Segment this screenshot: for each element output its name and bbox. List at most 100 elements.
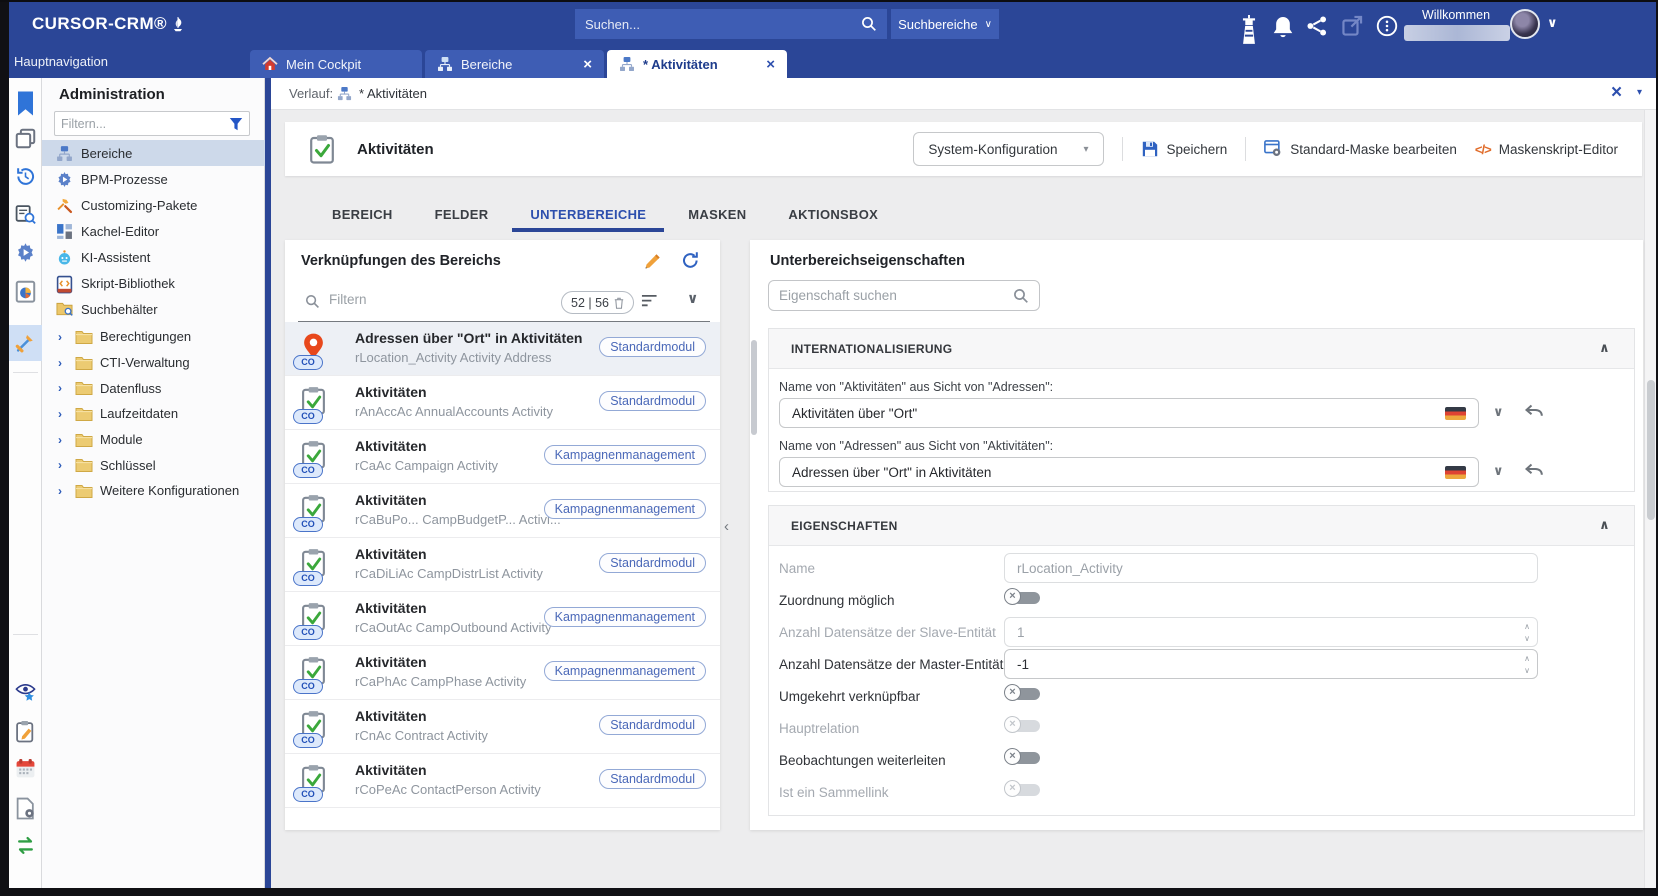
global-search-input[interactable] [585,17,861,32]
property-input[interactable] [1017,561,1517,576]
i18n-input[interactable] [792,465,1438,480]
sort-icon[interactable] [641,294,658,308]
sidebar-folder-item[interactable]: › Schlüssel [42,452,265,478]
chevron-up-icon[interactable]: ∧ [1599,517,1610,533]
breadcrumb-item[interactable]: * Aktivitäten [359,86,427,101]
tab-bereiche[interactable]: Bereiche × [425,50,604,78]
chevron-right-icon[interactable]: › [58,458,68,472]
sync-swap-icon[interactable] [15,836,36,857]
sidebar-item[interactable]: KI-Assistent [42,244,265,270]
close-tab-icon[interactable]: × [583,57,592,72]
list-item[interactable]: CO Aktivitäten rCaDiLiAc CampDistrList A… [285,538,720,592]
chevron-right-icon[interactable]: › [58,433,68,447]
number-spinner[interactable]: ∧∨ [1524,653,1530,677]
undo-icon[interactable] [1523,462,1545,480]
undo-icon[interactable] [1523,403,1545,421]
page-tab[interactable]: FELDER [435,196,489,232]
chevron-right-icon[interactable]: › [58,356,68,370]
toggle-switch[interactable]: × [1004,588,1042,607]
watch-favorites-icon[interactable] [15,682,36,703]
result-count-badge[interactable]: 52 | 56 [561,291,634,314]
edit-pencil-icon[interactable] [643,252,662,271]
share-icon[interactable] [1306,15,1328,35]
chevron-right-icon[interactable]: › [58,407,68,421]
page-tab[interactable]: UNTERBEREICHE [530,196,646,232]
close-tab-icon[interactable]: × [766,57,775,72]
close-view-icon[interactable]: × [1611,82,1622,104]
tab-aktivitaeten[interactable]: * Aktivitäten × [607,50,787,78]
save-button[interactable]: Speichern [1141,140,1228,158]
list-item[interactable]: CO Aktivitäten rCnAc Contract Activity S… [285,700,720,754]
avatar[interactable] [1510,9,1540,39]
notifications-bell-icon[interactable] [1272,15,1294,35]
sidebar-item[interactable]: Suchbehälter [42,296,265,322]
chevron-down-icon[interactable]: ∨ [1493,463,1504,479]
sidebar-folder-item[interactable]: › Module [42,427,265,453]
open-external-icon[interactable] [1341,15,1363,35]
configuration-select[interactable]: System-Konfiguration ▾ [913,132,1103,166]
lighthouse-icon[interactable] [1238,15,1260,35]
sidebar-item[interactable]: BPM-Prozesse [42,166,265,192]
sidebar-item[interactable]: Bereiche [42,140,265,166]
sidebar-item[interactable]: Kachel-Editor [42,218,265,244]
toggle-switch[interactable]: × [1004,780,1042,799]
sidebar-folder-item[interactable]: › Berechtigungen [42,324,265,350]
sidebar-item[interactable]: Skript-Bibliothek [42,270,265,296]
calendar-icon[interactable] [15,758,36,779]
chevron-down-icon[interactable]: ∨ [1493,404,1504,420]
filter-funnel-icon[interactable] [229,117,243,131]
clipboard-edit-icon[interactable] [15,720,36,741]
links-filter-input[interactable] [329,292,519,307]
history-icon[interactable] [15,166,36,187]
section-header[interactable]: EIGENSCHAFTEN ∧ [769,506,1634,546]
report-document-icon[interactable] [15,280,36,301]
clear-filter-icon[interactable] [614,297,624,309]
edit-mask-button[interactable]: Standard-Maske bearbeiten [1264,140,1457,158]
user-menu-chevron-icon[interactable]: ∨ [1547,15,1558,31]
sidebar-folder-item[interactable]: › CTI-Verwaltung [42,350,265,376]
toggle-switch[interactable]: × [1004,748,1042,767]
section-header[interactable]: INTERNATIONALISIERUNG ∧ [769,329,1634,369]
sidebar-filter-input[interactable] [61,117,229,131]
property-input[interactable] [1017,625,1517,640]
search-scope-button[interactable]: Suchbereiche∨ [891,9,999,39]
panel-collapse-icon[interactable]: ‹ [724,518,729,535]
i18n-input[interactable] [792,406,1438,421]
search-icon[interactable] [1013,288,1029,304]
panel-scrollbar-thumb[interactable] [751,340,757,435]
sidebar-item[interactable]: Customizing-Pakete [42,192,265,218]
list-item[interactable]: CO Adressen über "Ort" in Aktivitäten rL… [285,322,720,376]
toggle-switch[interactable]: × [1004,684,1042,703]
list-item[interactable]: CO Aktivitäten rCoPeAc ContactPerson Act… [285,754,720,808]
windows-icon[interactable] [15,128,36,149]
list-item[interactable]: CO Aktivitäten rCaBuPo... CampBudgetP...… [285,484,720,538]
number-spinner[interactable]: ∧∨ [1524,621,1530,645]
process-gear-icon[interactable] [15,242,36,263]
page-tab[interactable]: BEREICH [332,196,393,232]
refresh-icon[interactable] [681,251,700,270]
list-item[interactable]: CO Aktivitäten rCaAc Campaign Activity K… [285,430,720,484]
chevron-right-icon[interactable]: › [58,381,68,395]
toggle-switch[interactable]: × [1004,716,1042,735]
scrollbar-thumb[interactable] [1647,380,1655,520]
list-item[interactable]: CO Aktivitäten rAnAccAc AnnualAccounts A… [285,376,720,430]
mask-script-editor-button[interactable]: </> Maskenskript-Editor [1475,142,1618,157]
search-icon[interactable] [861,16,877,32]
chevron-right-icon[interactable]: › [58,484,68,498]
admin-tools-icon[interactable] [15,332,36,353]
sidebar-folder-item[interactable]: › Laufzeitdaten [42,401,265,427]
property-input[interactable] [1017,657,1517,672]
document-settings-icon[interactable] [15,797,36,818]
sidebar-folder-item[interactable]: › Datenfluss [42,375,265,401]
more-options-icon[interactable] [1376,15,1398,35]
main-scrollbar[interactable] [1644,110,1656,888]
chevron-right-icon[interactable]: › [58,330,68,344]
page-tab[interactable]: MASKEN [688,196,746,232]
list-search-icon[interactable] [15,204,36,225]
breadcrumb-caret-icon[interactable]: ▾ [1637,87,1642,98]
page-tab[interactable]: AKTIONSBOX [788,196,878,232]
list-item[interactable]: CO Aktivitäten rCaOutAc CampOutbound Act… [285,592,720,646]
property-search-input[interactable] [779,288,1013,303]
tab-mein-cockpit[interactable]: Mein Cockpit [250,50,422,78]
chevron-down-icon[interactable]: ∨ [687,290,698,307]
